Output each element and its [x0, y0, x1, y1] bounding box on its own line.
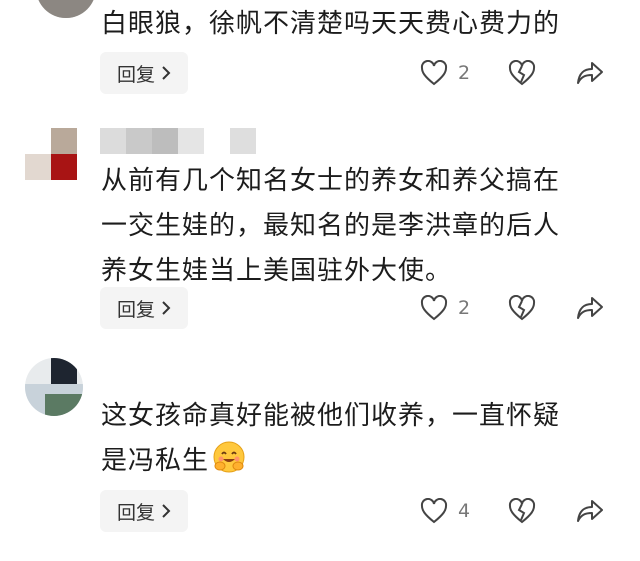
- broken-heart-icon: [508, 295, 536, 321]
- hugging-face-icon: [213, 441, 245, 473]
- avatar[interactable]: [25, 128, 77, 180]
- like-count: 2: [458, 297, 471, 319]
- dislike-button[interactable]: [508, 498, 536, 524]
- like-button[interactable]: 2: [420, 60, 470, 86]
- reply-button[interactable]: 回复: [100, 490, 188, 532]
- broken-heart-icon: [508, 60, 536, 86]
- avatar[interactable]: [25, 358, 83, 416]
- heart-outline-icon: [420, 295, 448, 321]
- heart-outline-icon: [420, 498, 448, 524]
- share-button[interactable]: [576, 295, 604, 321]
- comment-text: 从前有几个知名女士的养女和养父搞在 一交生娃的，最知名的是李洪章的后人 养女生娃…: [101, 166, 561, 286]
- chevron-right-icon: [162, 66, 171, 80]
- share-arrow-icon: [577, 62, 603, 84]
- username-blurred[interactable]: [100, 128, 256, 154]
- heart-outline-icon: [420, 60, 448, 86]
- broken-heart-icon: [508, 498, 536, 524]
- like-count: 2: [458, 62, 471, 84]
- reply-button[interactable]: 回复: [100, 287, 188, 329]
- avatar[interactable]: [36, 0, 96, 18]
- comment-text: 这女孩命真好能被他们收养，一直怀疑 是冯私生: [101, 401, 561, 476]
- comment-text: 白眼狼，徐帆不清楚吗天天费心费力的: [101, 9, 561, 39]
- chevron-right-icon: [162, 301, 171, 315]
- dislike-button[interactable]: [508, 295, 536, 321]
- share-arrow-icon: [577, 500, 603, 522]
- reply-button[interactable]: 回复: [100, 52, 188, 94]
- share-arrow-icon: [577, 297, 603, 319]
- share-button[interactable]: [576, 60, 604, 86]
- like-button[interactable]: 2: [420, 295, 470, 321]
- dislike-button[interactable]: [508, 60, 536, 86]
- share-button[interactable]: [576, 498, 604, 524]
- chevron-right-icon: [162, 504, 171, 518]
- like-count: 4: [458, 500, 471, 522]
- like-button[interactable]: 4: [420, 498, 470, 524]
